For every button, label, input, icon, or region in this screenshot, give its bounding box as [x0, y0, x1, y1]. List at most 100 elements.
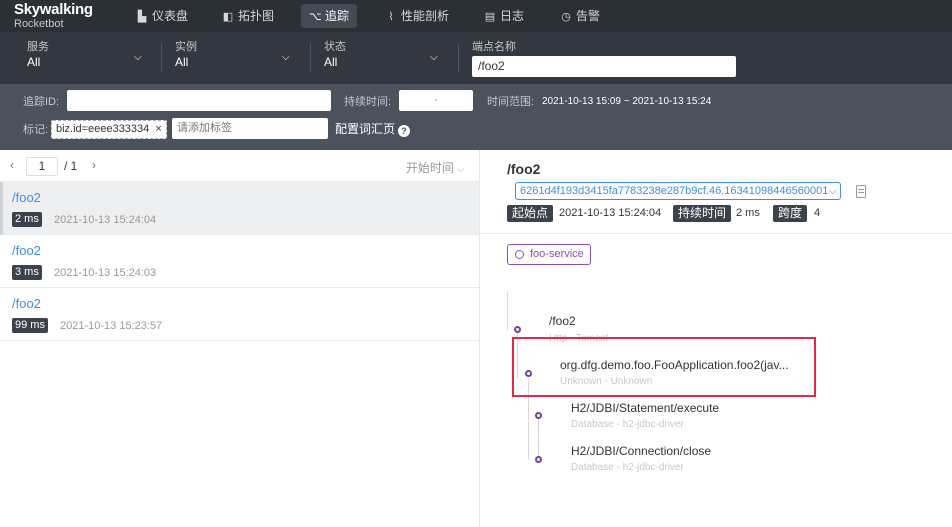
- instance-value: All: [175, 55, 189, 69]
- trace-start-time: 2021-10-13 15:24:03: [54, 267, 157, 279]
- tree-connector: [507, 292, 508, 330]
- trace-id-input[interactable]: [67, 90, 331, 111]
- span-component: Database - h2-jdbc-driver: [571, 419, 684, 430]
- divider: [161, 44, 162, 72]
- divider: [310, 44, 311, 72]
- dashboard-icon: ▙: [137, 11, 147, 23]
- service-label: 服务: [27, 41, 49, 53]
- time-range-value[interactable]: 2021-10-13 15:09 ~ 2021-10-13 15:24: [542, 94, 711, 110]
- tags-label: 标记:: [23, 124, 49, 136]
- trace-start-time: 2021-10-13 15:24:04: [54, 214, 157, 226]
- topology-icon: ◧: [222, 11, 234, 23]
- sort-label: 开始时间: [405, 161, 454, 175]
- span-count-value: 4: [814, 207, 821, 219]
- nav-item-label: 日志: [500, 9, 525, 23]
- duration-badge: 持续时间: [673, 205, 732, 222]
- close-icon[interactable]: ×: [155, 123, 161, 135]
- time-range-label: 时间范围:: [487, 96, 535, 108]
- help-icon[interactable]: ?: [398, 125, 411, 137]
- trace-id-label: 追踪ID:: [23, 96, 60, 108]
- trace-list-item[interactable]: /foo2 3 ms 2021-10-13 15:24:03: [0, 235, 479, 288]
- span-name[interactable]: H2/JDBI/Connection/close: [571, 444, 711, 458]
- duration-input[interactable]: -: [399, 90, 473, 111]
- span-node-dot: [514, 326, 521, 333]
- endpoint-input[interactable]: /foo2: [472, 56, 736, 77]
- trace-start-time: 2021-10-13 15:23:57: [60, 320, 163, 332]
- instance-select[interactable]: 实例 All ⌵: [175, 40, 295, 76]
- span-name[interactable]: /foo2: [549, 314, 576, 328]
- trace-title: /foo2: [507, 161, 541, 177]
- nav-item-label: 告警: [576, 9, 601, 23]
- chevron-down-icon: ⌵: [282, 52, 290, 63]
- config-vocab-link[interactable]: 配置词汇页?: [335, 121, 411, 137]
- trace-endpoint: /foo2: [12, 190, 41, 205]
- trace-endpoint: /foo2: [12, 243, 41, 258]
- span-name[interactable]: H2/JDBI/Statement/execute: [571, 401, 719, 415]
- trace-icon: ⌥: [309, 11, 322, 23]
- highlight-box: [512, 337, 816, 397]
- service-name: foo-service: [530, 248, 584, 260]
- config-vocab-label: 配置词汇页: [335, 122, 396, 136]
- chevron-right-icon[interactable]: ›: [92, 158, 96, 172]
- tree-connector: [538, 412, 539, 460]
- page-input[interactable]: 1: [26, 157, 58, 176]
- chevron-down-icon: ⌵: [430, 52, 438, 63]
- endpoint-label: 端点名称: [472, 41, 516, 53]
- span-component: Database - h2-jdbc-driver: [571, 462, 684, 473]
- tag-input[interactable]: 请添加标签: [172, 118, 328, 139]
- duration-badge: 3 ms: [12, 265, 42, 280]
- tag-chip-label: biz.id=eeee333334: [56, 123, 150, 135]
- duration-badge: 2 ms: [12, 212, 42, 227]
- trace-endpoint: /foo2: [12, 296, 41, 311]
- trace-list-panel: ‹ 1 / 1 › 开始时间 ⌵ /foo2 2 ms 2021-10-13 1…: [0, 150, 480, 527]
- service-chip[interactable]: foo-service: [507, 244, 591, 265]
- chevron-down-icon: ⌵: [828, 185, 837, 197]
- status-value: All: [324, 55, 338, 69]
- nav-item-topology[interactable]: ◧ 拓扑图: [214, 4, 282, 28]
- trace-list-item[interactable]: /foo2 2 ms 2021-10-13 15:24:04: [0, 182, 479, 235]
- pagination: ‹ 1 / 1 › 开始时间 ⌵: [0, 150, 480, 182]
- circle-icon: [515, 250, 524, 259]
- divider: [458, 44, 459, 72]
- start-value: 2021-10-13 15:24:04: [559, 207, 662, 219]
- trace-id-value: 6261d4f193d3415fa7783238e287b9cf.46.1634…: [520, 185, 829, 197]
- span-count-badge: 跨度: [773, 205, 808, 222]
- duration-label: 持续时间:: [344, 96, 392, 108]
- top-nav: Skywalking Rocketbot ▙ 仪表盘 ◧ 拓扑图 ⌥ 追踪 ⌇ 性能剖析…: [0, 0, 952, 32]
- nav-item-label: 追踪: [325, 9, 350, 23]
- nav-item-alarm[interactable]: ◷ 告警: [552, 4, 608, 28]
- nav-item-log[interactable]: ▤ 日志: [476, 4, 532, 28]
- span-node-dot: [535, 412, 542, 419]
- nav-item-profile[interactable]: ⌇ 性能剖析: [377, 4, 457, 28]
- chevron-down-icon: ⌵: [457, 164, 464, 174]
- status-label: 状态: [324, 41, 346, 53]
- nav-item-label: 拓扑图: [238, 9, 275, 23]
- chevron-left-icon[interactable]: ‹: [10, 158, 14, 172]
- chevron-down-icon: ⌵: [134, 52, 142, 63]
- profile-icon: ⌇: [388, 11, 394, 23]
- instance-label: 实例: [175, 41, 197, 53]
- sort-select[interactable]: 开始时间 ⌵: [406, 159, 464, 176]
- nav-item-dashboard[interactable]: ▙ 仪表盘: [128, 4, 196, 28]
- nav-item-trace[interactable]: ⌥ 追踪: [301, 4, 358, 28]
- service-select[interactable]: 服务 All ⌵: [27, 40, 147, 76]
- trace-id-select[interactable]: 6261d4f193d3415fa7783238e287b9cf.46.1634…: [515, 182, 841, 200]
- start-badge: 起始点: [507, 205, 554, 222]
- alarm-icon: ◷: [561, 11, 571, 23]
- tag-chip[interactable]: biz.id=eeee333334 ×: [51, 120, 167, 139]
- nav-item-label: 性能剖析: [401, 9, 450, 23]
- trace-list-item[interactable]: /foo2 99 ms 2021-10-13 15:23:57: [0, 288, 479, 341]
- brand-subtitle: Rocketbot: [14, 18, 64, 30]
- copy-icon[interactable]: [856, 185, 866, 198]
- log-icon: ▤: [484, 11, 496, 23]
- service-value: All: [27, 55, 41, 69]
- span-node-dot: [535, 456, 542, 463]
- brand-name: Skywalking: [14, 1, 93, 18]
- status-select[interactable]: 状态 All ⌵: [324, 40, 444, 76]
- nav-item-label: 仪表盘: [152, 9, 189, 23]
- duration-badge: 99 ms: [12, 318, 48, 333]
- logo[interactable]: Skywalking Rocketbot: [14, 1, 93, 31]
- divider: [480, 233, 952, 234]
- page-total: / 1: [64, 159, 78, 173]
- duration-value: 2 ms: [736, 207, 760, 219]
